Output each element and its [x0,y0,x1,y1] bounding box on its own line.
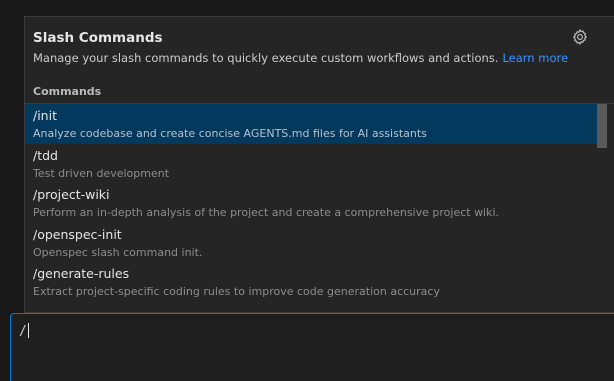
gear-icon [573,29,587,45]
settings-button[interactable] [571,28,589,46]
command-name: /init [33,108,57,123]
learn-more-link[interactable]: Learn more [502,51,568,65]
chat-input-value: / [19,324,27,339]
command-item-init[interactable]: /init Analyze codebase and create concis… [25,104,597,144]
command-item-project-wiki[interactable]: /project-wiki Perform an in-depth analys… [25,183,597,223]
command-item-generate-rules[interactable]: /generate-rules Extract project-specific… [25,262,597,302]
command-description: Analyze codebase and create concise AGEN… [33,127,427,140]
command-item-tdd[interactable]: /tdd Test driven development [25,144,597,184]
command-name: /openspec-init [33,226,122,242]
command-name: /generate-rules [33,266,130,281]
command-description: Openspec slash command init. [33,245,203,259]
popup-title: Slash Commands [33,30,163,46]
commands-list: /init Analyze codebase and create concis… [25,104,597,302]
command-name: /tdd [33,147,58,163]
text-caret [27,323,29,338]
command-description: Perform an in-depth analysis of the proj… [33,206,500,219]
popup-description: Manage your slash commands to quickly ex… [33,51,568,65]
slash-commands-popup: Slash Commands Manage your slash command… [24,16,614,313]
command-item-openspec-init[interactable]: /openspec-init Openspec slash command in… [25,223,597,263]
command-name: /project-wiki [33,187,110,202]
commands-section-label: Commands [33,85,102,98]
command-description: Extract project-specific coding rules to… [33,285,440,298]
scrollbar-thumb[interactable] [597,104,607,148]
chat-input[interactable]: / [10,313,614,381]
popup-description-text: Manage your slash commands to quickly ex… [33,51,499,65]
editor-page: Slash Commands Manage your slash command… [0,0,614,381]
command-description: Test driven development [33,166,170,180]
chat-input-text: / [19,323,29,339]
